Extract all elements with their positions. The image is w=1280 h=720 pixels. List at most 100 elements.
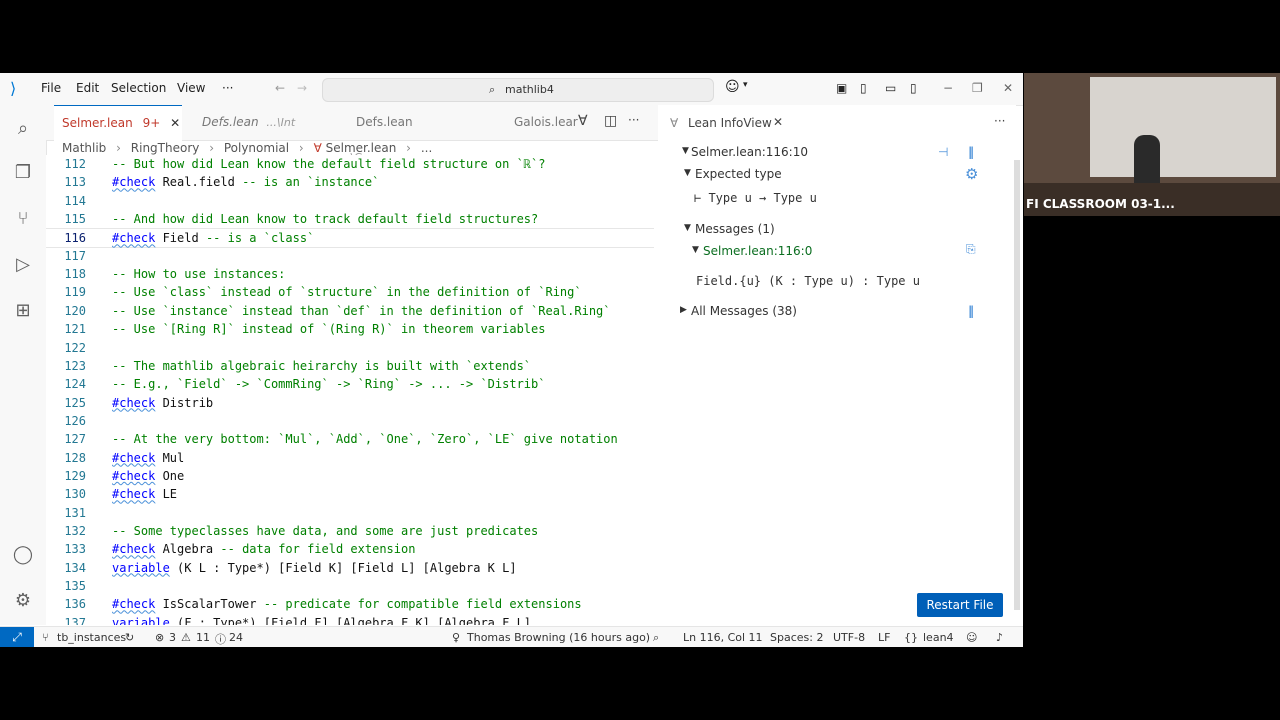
- code-line[interactable]: 120 -- Use `instance` instead than `def` …: [46, 302, 646, 320]
- chevron-down-icon[interactable]: ▼: [684, 168, 691, 178]
- toggle-panel-icon[interactable]: ▭: [885, 81, 896, 95]
- code-line[interactable]: 124 -- E.g., `Field` -> `CommRing` -> `Ri…: [46, 375, 646, 393]
- encoding[interactable]: UTF-8: [833, 631, 865, 644]
- close-window-icon[interactable]: ✕: [1003, 81, 1013, 95]
- code-line[interactable]: 121 -- Use `[Ring R]` instead of `(Ring R…: [46, 320, 646, 338]
- code-line[interactable]: 116 #check Field -- is a `class`: [46, 228, 654, 249]
- git-blame[interactable]: Thomas Browning (16 hours ago): [467, 631, 650, 644]
- code-line[interactable]: 127 -- At the very bottom: `Mul`, `Add`, …: [46, 430, 646, 448]
- chevron-right-icon[interactable]: ▶: [680, 305, 687, 315]
- notifications-bell-icon[interactable]: ♪: [996, 631, 1003, 644]
- code-line[interactable]: 119 -- Use `class` instead of `structure`…: [46, 283, 646, 301]
- infoview-scrollbar[interactable]: [1014, 160, 1020, 610]
- toggle-secondary-sidebar-icon[interactable]: ▯: [910, 81, 917, 95]
- cursor-position[interactable]: Ln 116, Col 11: [683, 631, 763, 644]
- zoom-icon[interactable]: ⌕: [653, 631, 659, 645]
- breadcrumb-item[interactable]: Polynomial: [224, 141, 289, 155]
- chevron-down-icon[interactable]: ▼: [684, 223, 691, 233]
- restore-icon[interactable]: ❐: [972, 81, 983, 95]
- settings-gear-icon[interactable]: ⚙: [965, 165, 978, 183]
- code-line[interactable]: 135: [46, 577, 646, 595]
- extensions-icon[interactable]: ⊞: [11, 299, 35, 323]
- settings-gear-icon[interactable]: ⚙: [11, 589, 35, 613]
- code-line[interactable]: 136 #check IsScalarTower -- predicate for…: [46, 595, 646, 613]
- warning-count[interactable]: 11: [196, 631, 210, 644]
- sync-icon[interactable]: ↻: [125, 631, 134, 644]
- source-control-icon[interactable]: ⑂: [11, 207, 35, 231]
- remote-indicator-icon[interactable]: ⤢: [0, 627, 34, 647]
- code-line[interactable]: 113 #check Real.field -- is an `instance`: [46, 173, 646, 191]
- menu-more[interactable]: ···: [222, 81, 233, 95]
- error-count[interactable]: 3: [169, 631, 176, 644]
- tab-selmer[interactable]: Selmer.lean 9+ ✕: [54, 105, 182, 141]
- code-line[interactable]: 131: [46, 504, 646, 522]
- restart-file-button[interactable]: Restart File: [917, 593, 1003, 617]
- breadcrumb-item[interactable]: ...: [421, 141, 432, 155]
- infoview-more-icon[interactable]: ···: [994, 114, 1005, 128]
- back-arrow-icon[interactable]: ←: [275, 81, 285, 95]
- info-count[interactable]: 24: [229, 631, 243, 644]
- minimize-icon[interactable]: −: [943, 81, 953, 95]
- copilot-chevron-icon[interactable]: ▾: [743, 80, 748, 90]
- code-line[interactable]: 123 -- The mathlib algebraic heirarchy is…: [46, 357, 646, 375]
- account-icon[interactable]: ◯: [11, 543, 35, 567]
- messages-label[interactable]: Messages (1): [695, 222, 775, 236]
- more-actions-icon[interactable]: ···: [628, 113, 639, 127]
- all-messages-label[interactable]: All Messages (38): [691, 304, 797, 318]
- layout-customize-icon[interactable]: ▣: [836, 81, 847, 95]
- infoview-position[interactable]: Selmer.lean:116:10: [691, 145, 808, 159]
- breadcrumb-item[interactable]: RingTheory: [131, 141, 200, 155]
- code-line[interactable]: 126: [46, 412, 646, 430]
- menu-edit[interactable]: Edit: [76, 81, 99, 95]
- pin-icon[interactable]: ⊣: [938, 145, 948, 159]
- close-infoview-icon[interactable]: ✕: [773, 115, 783, 129]
- code-line[interactable]: 130 #check LE: [46, 485, 646, 503]
- code-line[interactable]: 132 -- Some typeclasses have data, and so…: [46, 522, 646, 540]
- explorer-icon[interactable]: ❐: [11, 161, 35, 185]
- language-mode[interactable]: lean4: [923, 631, 954, 644]
- code-line[interactable]: 137 variable (F : Type*) [Field F] [Algeb…: [46, 614, 646, 625]
- run-debug-icon[interactable]: ▷: [11, 253, 35, 277]
- expected-type-label[interactable]: Expected type: [695, 167, 782, 181]
- code-editor[interactable]: 112 -- But how did Lean know the default …: [46, 155, 658, 625]
- code-line[interactable]: 134 variable (K L : Type*) [Field K] [Fie…: [46, 559, 646, 577]
- menu-file[interactable]: File: [41, 81, 61, 95]
- pause-icon[interactable]: ‖: [968, 145, 974, 159]
- code-line[interactable]: 117: [46, 247, 646, 265]
- lean-infoview-toggle-icon[interactable]: ∀: [578, 113, 588, 129]
- close-tab-icon[interactable]: ✕: [170, 116, 180, 130]
- search-icon[interactable]: ⌕: [11, 117, 35, 141]
- forward-arrow-icon[interactable]: →: [297, 81, 307, 95]
- code-line[interactable]: 129 #check One: [46, 467, 646, 485]
- branch-name[interactable]: tb_instances: [57, 631, 126, 644]
- toggle-sidebar-icon[interactable]: ▯: [860, 81, 867, 95]
- split-editor-icon[interactable]: ◫: [604, 113, 617, 129]
- breadcrumb-item[interactable]: Selmer.lean: [326, 141, 397, 155]
- chevron-down-icon[interactable]: ▼: [692, 245, 699, 255]
- infoview-tab-label[interactable]: Lean InfoView: [688, 116, 772, 130]
- pause-icon[interactable]: ‖: [968, 304, 974, 318]
- command-center-search[interactable]: ⌕ mathlib4: [322, 78, 714, 102]
- tab-galois[interactable]: Galois.lear: [496, 105, 578, 140]
- menu-selection[interactable]: Selection: [111, 81, 166, 95]
- tab-defs-group[interactable]: Defs.lean ...\Group: [336, 105, 466, 164]
- breadcrumb-item[interactable]: Mathlib: [62, 141, 106, 155]
- code-line[interactable]: 112 -- But how did Lean know the default …: [46, 155, 646, 173]
- chevron-down-icon[interactable]: ▼: [682, 146, 689, 156]
- copy-to-comment-icon[interactable]: ⎘: [966, 242, 976, 257]
- code-line[interactable]: 125 #check Distrib: [46, 394, 646, 412]
- copilot-status-icon[interactable]: ☺: [966, 631, 977, 644]
- code-line[interactable]: 122: [46, 339, 646, 357]
- vscode-window: ⟩ File Edit Selection View ··· ← → ⌕ mat…: [0, 73, 1023, 647]
- copilot-icon[interactable]: ☺: [725, 79, 740, 95]
- code-line[interactable]: 118 -- How to use instances:: [46, 265, 646, 283]
- code-line[interactable]: 128 #check Mul: [46, 449, 646, 467]
- indentation[interactable]: Spaces: 2: [770, 631, 823, 644]
- code-line[interactable]: 133 #check Algebra -- data for field exte…: [46, 540, 646, 558]
- line-ending[interactable]: LF: [878, 631, 890, 644]
- code-line[interactable]: 114: [46, 192, 646, 210]
- message-location-link[interactable]: Selmer.lean:116:0: [703, 244, 812, 258]
- tab-defs-int[interactable]: Defs.lean ...\Int: [196, 105, 316, 140]
- menu-view[interactable]: View: [177, 81, 205, 95]
- code-line[interactable]: 115 -- And how did Lean know to track def…: [46, 210, 646, 228]
